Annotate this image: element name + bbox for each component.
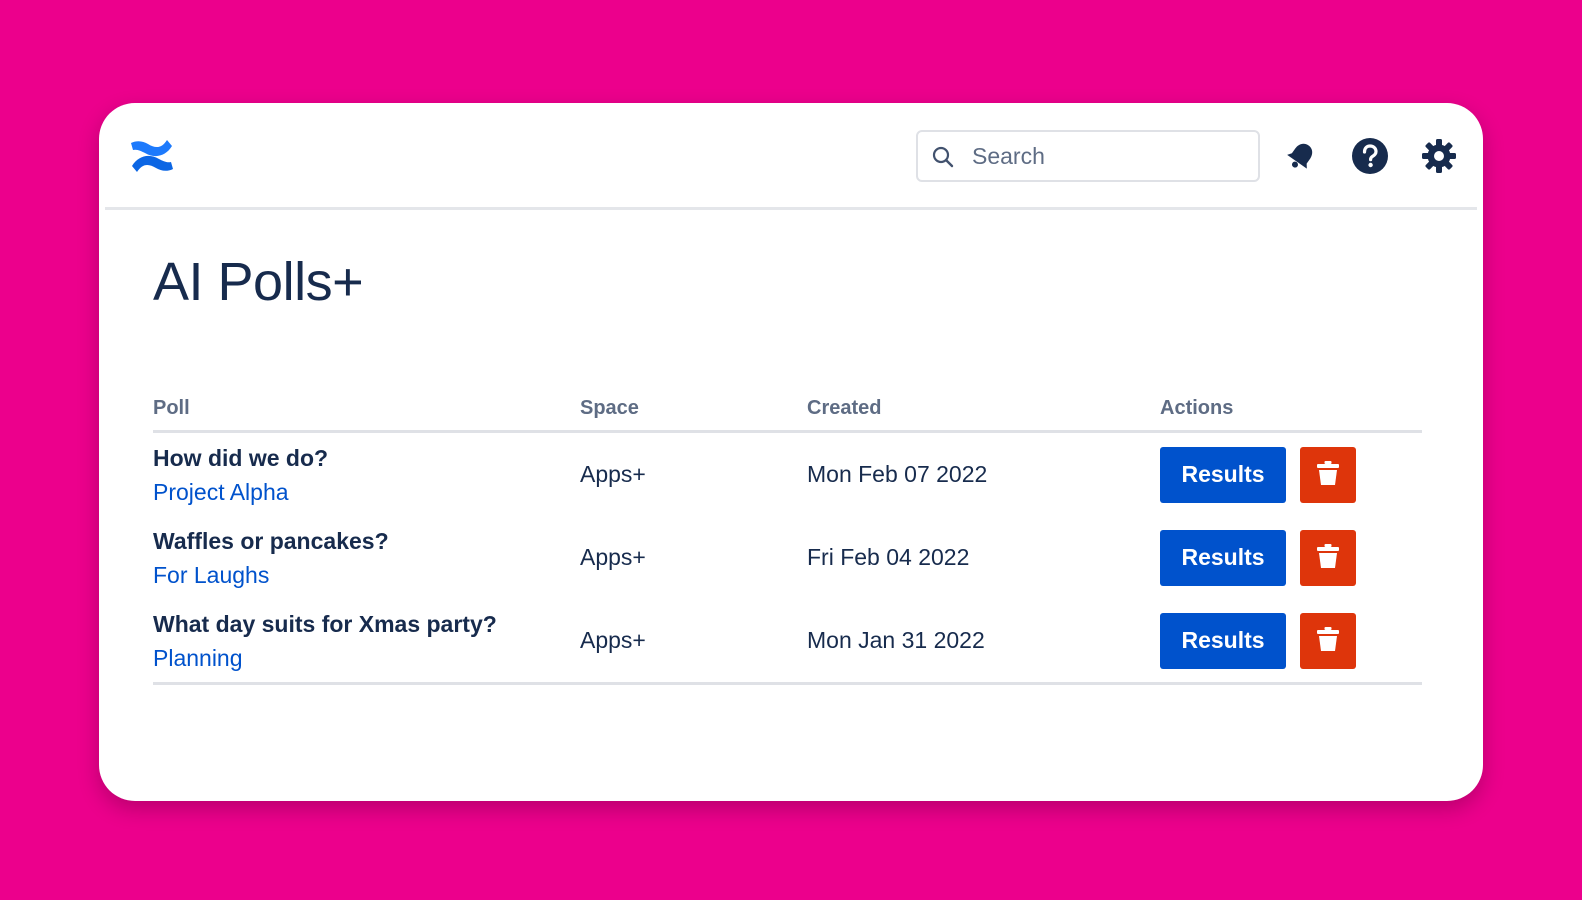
delete-button[interactable] [1300,446,1356,503]
polls-table: Poll Space Created Actions How did we do… [153,388,1422,685]
table-row: Waffles or pancakes? For Laughs Apps+ Fr… [153,516,1422,599]
help-icon[interactable] [1351,137,1389,175]
settings-gear-icon[interactable] [1420,137,1458,175]
table-row: How did we do? Project Alpha Apps+ Mon F… [153,432,1422,517]
poll-cell: How did we do? Project Alpha [153,432,580,517]
table-row: What day suits for Xmas party? Planning … [153,599,1422,685]
results-button[interactable]: Results [1160,529,1286,586]
row-actions: Results [1160,529,1422,586]
column-header-created: Created [807,388,1160,433]
space-cell: Apps+ [580,599,807,685]
trash-icon [1314,625,1342,656]
trash-icon [1314,459,1342,490]
results-button[interactable]: Results [1160,612,1286,669]
notifications-bell-icon[interactable] [1282,137,1320,175]
poll-cell: Waffles or pancakes? For Laughs [153,516,580,599]
column-header-space: Space [580,388,807,433]
poll-title: Waffles or pancakes? [153,527,389,554]
page-title: AI Polls+ [153,252,364,312]
actions-cell: Results [1160,516,1422,599]
poll-page-link[interactable]: Planning [153,645,243,671]
delete-button[interactable] [1300,612,1356,669]
actions-cell: Results [1160,599,1422,685]
confluence-logo-icon[interactable] [129,133,175,179]
created-cell: Mon Feb 07 2022 [807,461,988,487]
space-cell: Apps+ [580,461,646,487]
delete-button[interactable] [1300,529,1356,586]
app-window: AI Polls+ Poll Space Created Actions How… [99,103,1483,801]
created-cell: Mon Jan 31 2022 [807,599,1160,685]
actions-cell: Results [1160,432,1422,517]
poll-title: What day suits for Xmas party? [153,610,497,637]
trash-icon [1314,542,1342,573]
search-box [916,130,1260,182]
row-actions: Results [1160,612,1422,669]
poll-page-link[interactable]: For Laughs [153,562,269,588]
column-header-actions: Actions [1160,388,1422,433]
column-header-poll: Poll [153,388,580,433]
created-cell: Fri Feb 04 2022 [807,544,970,570]
poll-page-link[interactable]: Project Alpha [153,479,289,505]
row-actions: Results [1160,446,1422,503]
poll-title: How did we do? [153,444,329,471]
poll-cell: What day suits for Xmas party? Planning [153,599,580,685]
results-button[interactable]: Results [1160,446,1286,503]
table-header-row: Poll Space Created Actions [153,388,1422,433]
top-navigation-bar [105,103,1477,210]
search-icon [932,146,954,168]
space-cell: Apps+ [580,544,646,570]
search-input[interactable] [972,132,1242,180]
